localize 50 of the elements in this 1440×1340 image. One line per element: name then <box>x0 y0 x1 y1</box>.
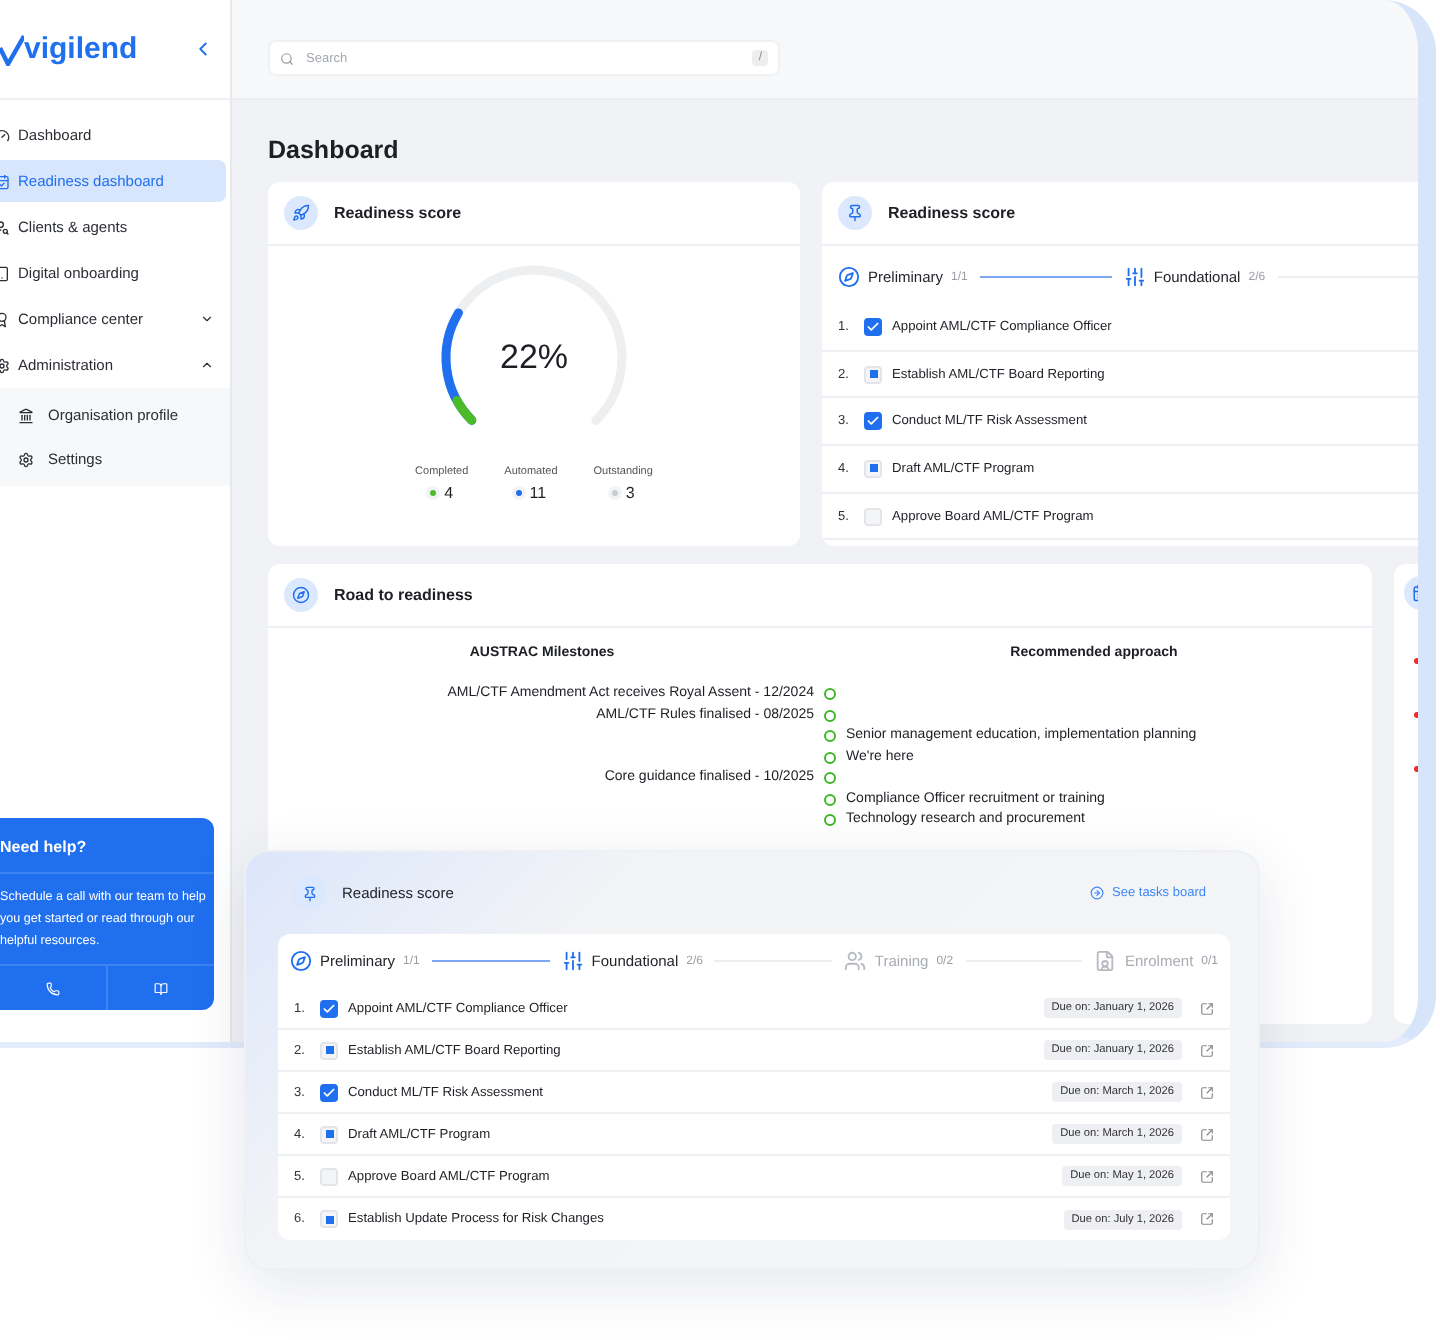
timeline-marker <box>824 751 836 764</box>
compass-icon <box>290 950 312 972</box>
logo: vigilend <box>0 32 138 66</box>
checkbox[interactable] <box>864 412 882 431</box>
arrow-circle-icon <box>1090 886 1105 900</box>
in-progress-marker[interactable] <box>864 459 882 478</box>
legend-value: 11 <box>529 484 547 502</box>
external-link-icon[interactable] <box>1200 1043 1214 1057</box>
book-icon <box>154 981 168 995</box>
legend-value: 3 <box>625 484 635 502</box>
timeline-marker <box>824 772 836 785</box>
compass-icon <box>838 266 860 288</box>
timeline-marker <box>824 793 836 806</box>
help-title: Need help? <box>0 818 214 874</box>
page-title: Dashboard <box>268 136 401 164</box>
timeline-marker <box>824 730 836 743</box>
in-progress-marker[interactable] <box>320 1210 338 1228</box>
external-link-icon[interactable] <box>1200 1085 1214 1099</box>
sliders-icon <box>561 950 584 972</box>
timeline-marker <box>824 814 836 827</box>
search-icon <box>280 51 294 65</box>
settings-icon <box>18 451 34 467</box>
sliders-icon <box>1123 266 1146 288</box>
external-link-icon[interactable] <box>1200 1169 1214 1183</box>
card-title: Readiness score <box>334 204 462 222</box>
users-icon <box>844 950 867 972</box>
external-link-icon[interactable] <box>1200 1212 1214 1226</box>
bank-icon <box>18 407 34 423</box>
score-value: 22% <box>499 338 569 378</box>
rocket-icon <box>284 196 318 230</box>
timeline-marker <box>824 688 836 701</box>
checkbox[interactable] <box>864 317 882 336</box>
chevron-up-icon[interactable] <box>200 358 214 372</box>
in-progress-marker[interactable] <box>320 1125 338 1143</box>
legend-value: 4 <box>444 484 454 502</box>
checkbox[interactable] <box>320 999 338 1017</box>
compass-icon <box>284 578 318 612</box>
in-progress-marker[interactable] <box>320 1041 338 1059</box>
pin-icon <box>292 876 326 910</box>
external-link-icon[interactable] <box>1200 1127 1214 1141</box>
card-title: Road to readiness <box>334 586 473 604</box>
phone-icon <box>46 981 60 995</box>
checkbox[interactable] <box>320 1083 338 1101</box>
in-progress-marker[interactable] <box>864 365 882 384</box>
chevron-down-icon[interactable] <box>200 312 214 326</box>
card-title: Readiness score <box>888 204 1016 222</box>
timeline-marker <box>824 709 836 722</box>
document-icon <box>1094 950 1117 972</box>
external-link-icon[interactable] <box>1200 1001 1214 1015</box>
pin-icon <box>838 196 872 230</box>
